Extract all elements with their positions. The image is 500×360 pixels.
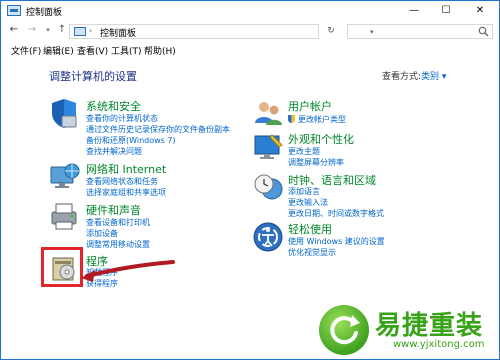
link-add-device[interactable]: 添加设备 xyxy=(86,228,118,239)
category-title-appearance[interactable]: 外观和个性化 xyxy=(288,131,354,147)
back-button[interactable]: ← xyxy=(7,23,21,37)
view-by-label: 查看方式: xyxy=(382,72,422,82)
recent-locations-chevron-down-icon[interactable]: ▾ xyxy=(41,23,55,37)
search-icon xyxy=(478,26,489,37)
category-title-ease-of-access[interactable]: 轻松使用 xyxy=(288,221,332,237)
hardware-printer-icon[interactable] xyxy=(48,200,80,232)
maximize-button[interactable]: ☐ xyxy=(433,1,459,21)
link-homegroup-sharing[interactable]: 选择家庭组和共享选项 xyxy=(86,187,166,198)
up-button[interactable]: ↑ xyxy=(55,23,69,37)
link-change-account-type[interactable]: 更改帐户类型 xyxy=(288,114,346,125)
menu-file[interactable]: 文件(F) xyxy=(11,44,41,57)
user-accounts-people-icon[interactable] xyxy=(252,97,284,129)
watermark-url: www.yjxitong.com xyxy=(393,339,485,350)
breadcrumb-separator: › xyxy=(89,26,93,35)
link-file-history-backup[interactable]: 通过文件历史记录保存你的文件备份副本 xyxy=(86,124,230,135)
address-bar[interactable]: › 控制面板 ▾ xyxy=(69,24,374,39)
link-add-language[interactable]: 添加语言 xyxy=(288,186,320,197)
refresh-button[interactable]: ↻ xyxy=(323,24,339,39)
menu-view[interactable]: 查看(V) xyxy=(77,44,108,57)
link-backup-restore-win7[interactable]: 备份和还原(Windows 7) xyxy=(86,135,176,146)
system-security-shield-icon[interactable] xyxy=(48,97,80,129)
forward-button[interactable]: → xyxy=(25,23,39,37)
category-title-network-internet[interactable]: 网络和 Internet xyxy=(86,161,166,177)
link-optimize-visual-display[interactable]: 优化视觉显示 xyxy=(288,247,336,258)
link-troubleshoot[interactable]: 查找并解决问题 xyxy=(86,146,142,157)
title-bar: 控制面板 — ☐ ✕ xyxy=(1,1,499,21)
control-panel-window: 控制面板 — ☐ ✕ ← → ▾ ↑ › 控制面板 ▾ ↻ 文件(F) 编辑(E… xyxy=(0,0,500,360)
menu-bar: 文件(F) 编辑(E) 查看(V) 工具(T) 帮助(H) xyxy=(1,42,499,58)
close-button[interactable]: ✕ xyxy=(467,1,493,21)
logo-refresh-icon xyxy=(319,305,369,355)
menu-help[interactable]: 帮助(H) xyxy=(144,44,176,57)
link-devices-printers[interactable]: 查看设备和打印机 xyxy=(86,217,150,228)
clock-globe-icon[interactable] xyxy=(252,171,284,203)
link-view-computer-status[interactable]: 查看你的计算机状态 xyxy=(86,113,158,124)
page-title: 调整计算机的设置 xyxy=(49,70,137,83)
link-screen-resolution[interactable]: 调整屏幕分辨率 xyxy=(288,157,344,168)
category-title-user-accounts[interactable]: 用户帐户 xyxy=(288,98,332,114)
search-input[interactable] xyxy=(347,24,493,39)
control-panel-icon xyxy=(7,5,21,16)
category-title-system-security[interactable]: 系统和安全 xyxy=(86,98,141,114)
control-panel-icon xyxy=(74,27,86,36)
link-windows-suggested-settings[interactable]: 使用 Windows 建议的设置 xyxy=(288,236,385,247)
link-date-time-format[interactable]: 更改日期、时间或数字格式 xyxy=(288,208,384,219)
link-network-status[interactable]: 查看网络状态和任务 xyxy=(86,176,158,187)
menu-tools[interactable]: 工具(T) xyxy=(111,44,142,57)
link-change-input-method[interactable]: 更改输入法 xyxy=(288,197,328,208)
refresh-arrow-icon xyxy=(330,315,360,345)
minimize-button[interactable]: — xyxy=(401,1,427,21)
category-title-hardware-sound[interactable]: 硬件和声音 xyxy=(86,202,141,218)
network-globe-icon[interactable] xyxy=(48,159,80,191)
window-title: 控制面板 xyxy=(26,8,63,18)
watermark-brand: 易捷重装 xyxy=(375,311,484,341)
menu-edit[interactable]: 编辑(E) xyxy=(43,44,74,57)
appearance-monitor-icon[interactable] xyxy=(252,131,284,163)
navigation-bar: ← → ▾ ↑ › 控制面板 ▾ ↻ xyxy=(1,21,499,41)
ease-of-access-icon[interactable] xyxy=(252,221,284,253)
link-mobility-settings[interactable]: 调整常用移动设置 xyxy=(86,239,150,250)
breadcrumb-control-panel[interactable]: 控制面板 xyxy=(100,26,136,39)
highlight-box xyxy=(41,247,83,287)
annotation-arrow-icon xyxy=(81,260,175,282)
view-by-dropdown[interactable]: 类别 ▾ xyxy=(421,69,446,82)
link-change-theme[interactable]: 更改主题 xyxy=(288,146,320,157)
watermark-logo: 易捷重装 www.yjxitong.com xyxy=(313,299,499,359)
